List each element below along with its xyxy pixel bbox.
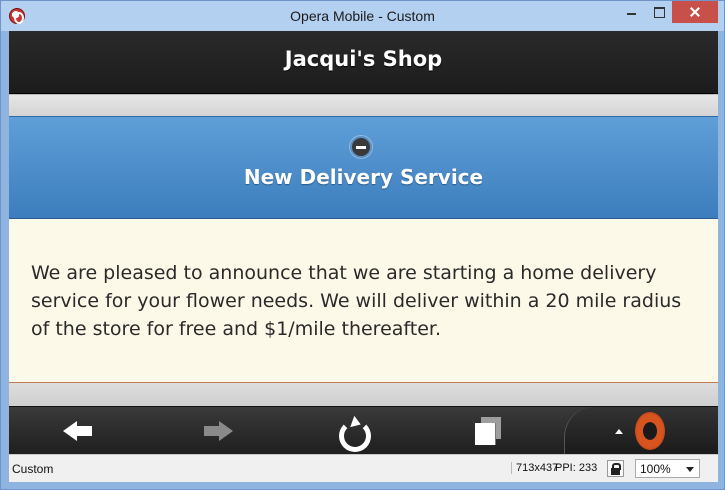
menu-up-arrow-icon bbox=[615, 429, 623, 434]
collapsible-header[interactable]: New Delivery Service bbox=[9, 116, 718, 219]
emulator-window: Opera Mobile - Custom Jacqui's Shop New … bbox=[0, 0, 725, 490]
content-footer-band bbox=[9, 382, 718, 406]
chevron-down-icon[interactable] bbox=[686, 467, 694, 472]
page-viewport: Jacqui's Shop New Delivery Service We ar… bbox=[9, 31, 718, 406]
collapsible-title[interactable]: New Delivery Service bbox=[9, 165, 718, 189]
profile-name: Custom bbox=[12, 462, 54, 476]
maximize-button[interactable] bbox=[645, 1, 672, 23]
window-title: Opera Mobile - Custom bbox=[290, 8, 435, 24]
opera-menu-button[interactable] bbox=[564, 407, 718, 455]
back-arrow-icon[interactable] bbox=[61, 415, 95, 447]
page-title: Jacqui's Shop bbox=[284, 47, 443, 71]
forward-arrow-icon[interactable] bbox=[201, 415, 235, 447]
minus-circle-icon[interactable] bbox=[350, 136, 372, 158]
lock-icon[interactable] bbox=[607, 460, 624, 477]
tabs-icon[interactable] bbox=[472, 415, 506, 447]
zoom-select[interactable]: 100% bbox=[635, 459, 700, 478]
screen-resolution: 713x437 bbox=[511, 462, 558, 474]
reload-icon[interactable] bbox=[334, 415, 371, 452]
opera-logo-icon[interactable] bbox=[635, 412, 665, 450]
collapsible-content: We are pleased to announce that we are s… bbox=[9, 219, 718, 383]
title-bar[interactable]: Opera Mobile - Custom bbox=[1, 1, 724, 31]
status-bar: Custom 713x437 PPI: 233 100% bbox=[9, 454, 718, 482]
browser-toolbar bbox=[9, 406, 718, 455]
page-header: Jacqui's Shop bbox=[9, 31, 718, 94]
ppi-readout: PPI: 233 bbox=[555, 462, 598, 474]
close-button[interactable] bbox=[672, 1, 718, 23]
minimize-button[interactable] bbox=[617, 1, 644, 23]
zoom-value: 100% bbox=[640, 462, 671, 476]
content-divider bbox=[9, 94, 718, 116]
announcement-text: We are pleased to announce that we are s… bbox=[31, 262, 682, 340]
